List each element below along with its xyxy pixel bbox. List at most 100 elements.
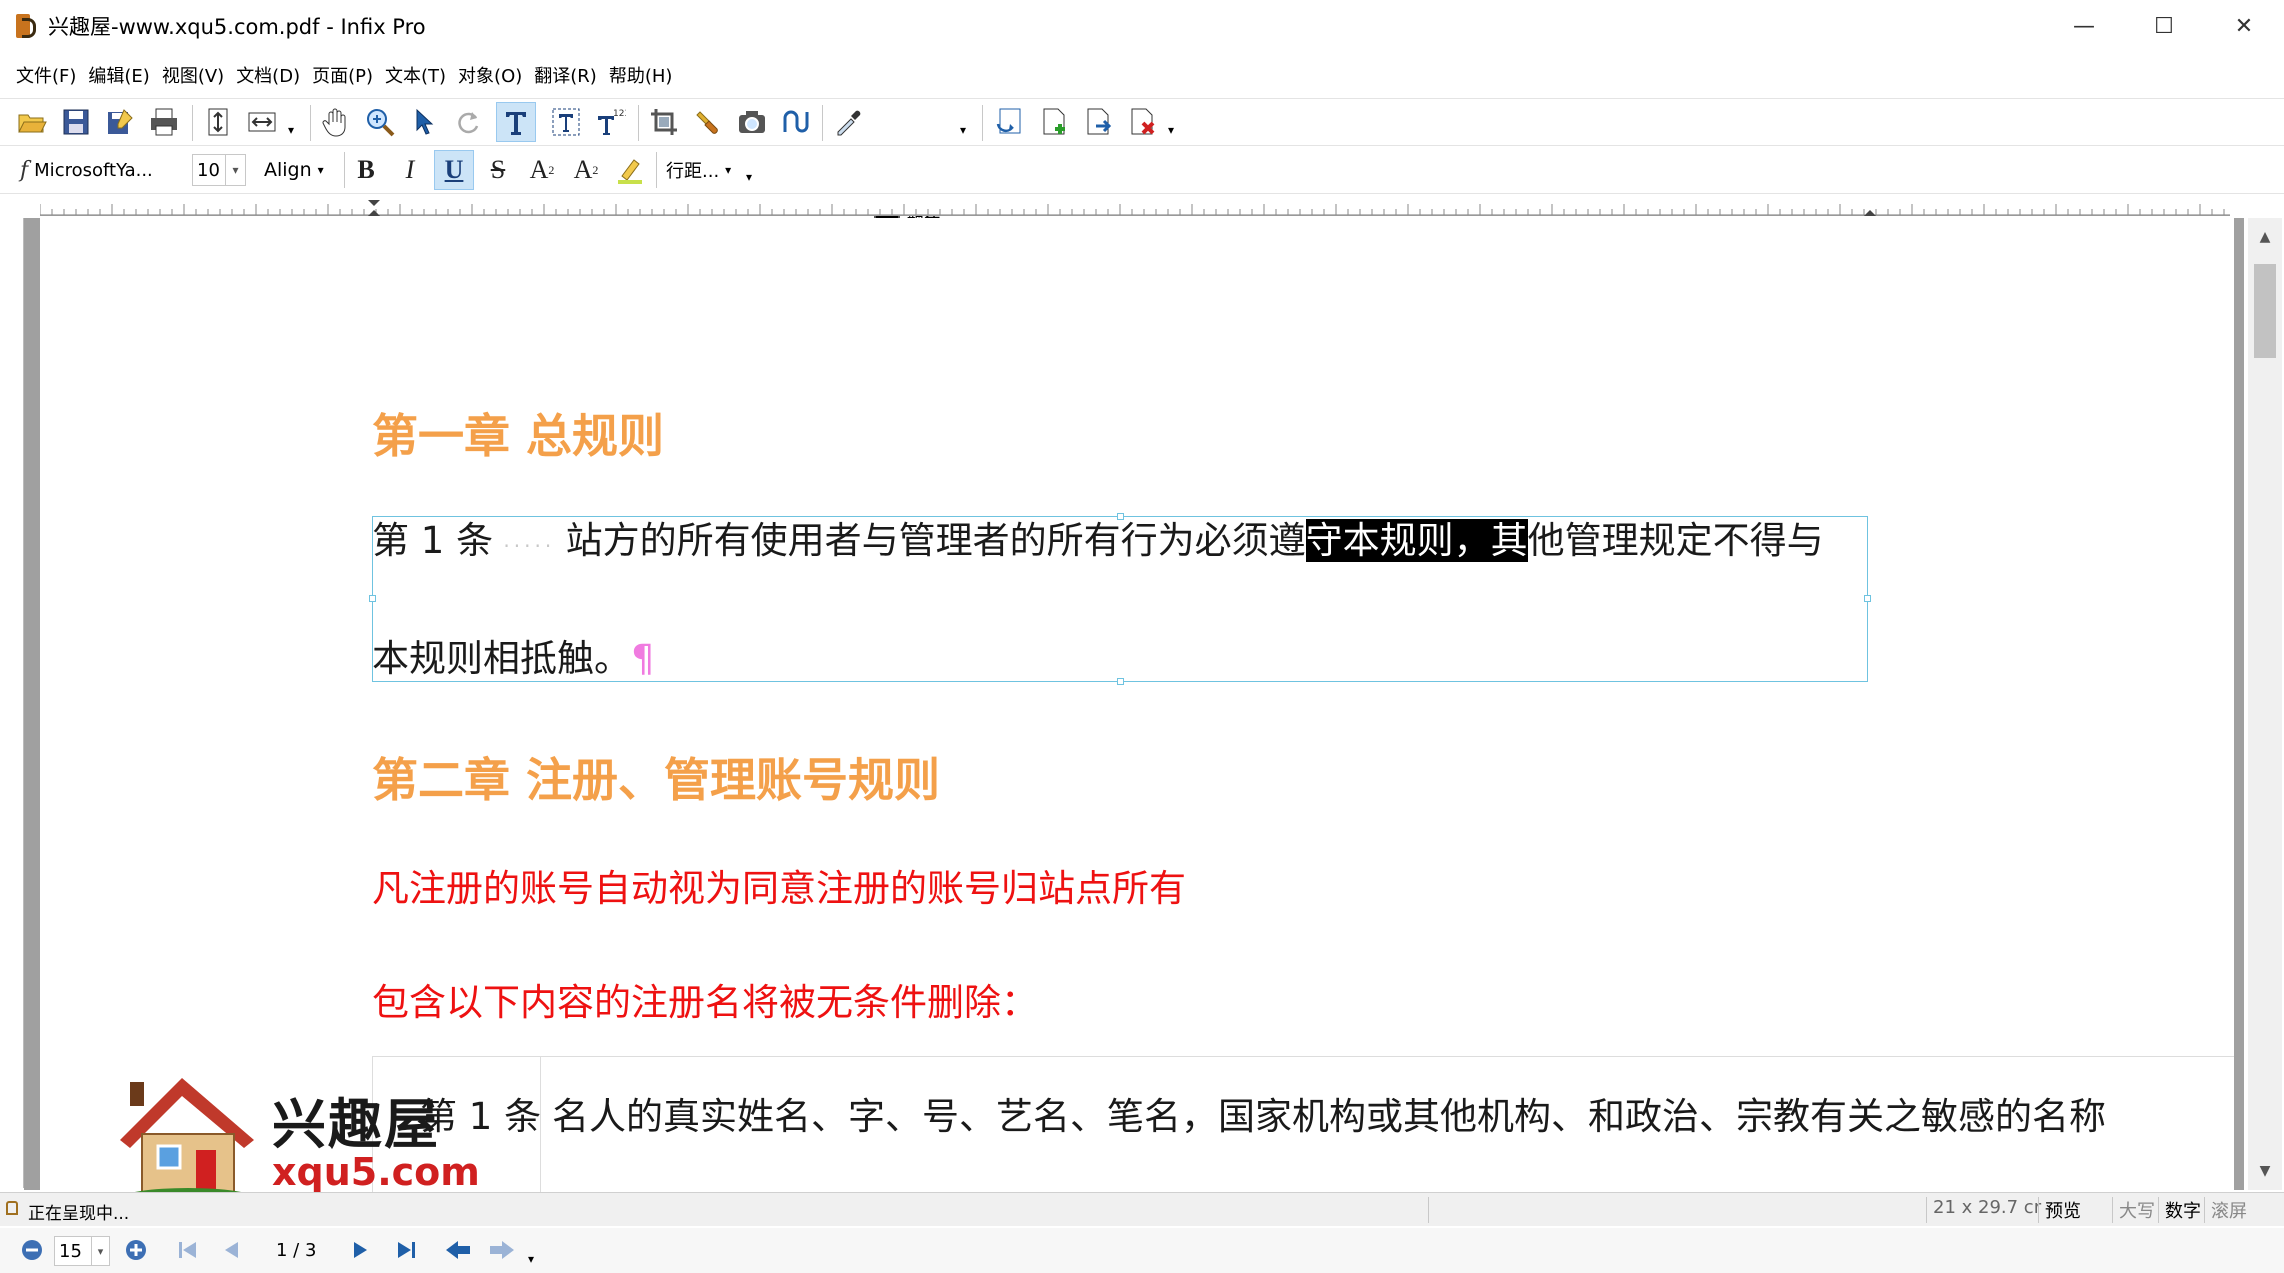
delete-page-icon[interactable] xyxy=(1122,102,1162,142)
align-label: Align xyxy=(264,159,312,181)
save-icon[interactable] xyxy=(56,102,96,142)
subscript-label: A xyxy=(573,155,593,184)
fit-width-icon[interactable] xyxy=(242,102,282,142)
first-page-icon[interactable] xyxy=(172,1234,204,1266)
save-as-icon[interactable] xyxy=(100,102,140,142)
frame-handle-bottom[interactable] xyxy=(1117,678,1124,685)
fit-height-icon[interactable] xyxy=(198,102,238,142)
window-title: 兴趣屋-www.xqu5.com.pdf - Infix Pro xyxy=(48,15,426,39)
frame-handle-left[interactable] xyxy=(369,595,376,602)
highlighter-icon[interactable] xyxy=(610,150,650,190)
scroll-down-icon[interactable]: ▼ xyxy=(2248,1156,2282,1186)
infix-app-icon xyxy=(16,12,38,40)
title-bar: 兴趣屋-www.xqu5.com.pdf - Infix Pro — ☐ ✕ xyxy=(0,0,2284,52)
link-icon[interactable] xyxy=(688,102,728,142)
frame-handle-right[interactable] xyxy=(1864,595,1871,602)
scrollbar-thumb[interactable] xyxy=(2254,264,2276,358)
lock-icon xyxy=(6,1201,18,1215)
align-dropdown[interactable]: Align ▾ xyxy=(264,154,324,186)
format-toolbar xyxy=(0,146,2284,194)
page-indicator[interactable]: 1 / 3 xyxy=(276,1240,316,1261)
table-column-divider xyxy=(540,1056,541,1196)
extract-page-icon[interactable] xyxy=(1078,102,1118,142)
menu-translate[interactable]: 翻译(R) xyxy=(528,58,603,92)
vertical-scrollbar[interactable]: ▲ ▼ xyxy=(2248,218,2282,1190)
svg-text:123: 123 xyxy=(613,109,626,119)
text-tool-icon[interactable] xyxy=(496,102,536,142)
replace-page-icon[interactable] xyxy=(990,102,1030,142)
zoom-in-icon[interactable] xyxy=(120,1234,152,1266)
superscript-button[interactable]: A2 xyxy=(522,150,562,190)
next-page-icon[interactable] xyxy=(344,1234,376,1266)
menu-help[interactable]: 帮助(H) xyxy=(603,58,679,92)
status-page-size: 21 x 29.7 cr xyxy=(1926,1197,2041,1223)
frame-handle-top[interactable] xyxy=(1117,513,1124,520)
status-num: 数字 xyxy=(2158,1197,2201,1223)
subscript-button[interactable]: A2 xyxy=(566,150,606,190)
path-tool-icon[interactable] xyxy=(776,102,816,142)
red-paragraph-2[interactable]: 包含以下内容的注册名将被无条件删除： xyxy=(372,972,1038,1026)
menu-edit[interactable]: 编辑(E) xyxy=(82,58,155,92)
maximize-button[interactable]: ☐ xyxy=(2124,0,2204,52)
menu-object[interactable]: 对象(O) xyxy=(452,58,528,92)
insert-page-icon[interactable] xyxy=(1034,102,1074,142)
font-icon: f xyxy=(20,157,29,183)
watermark-text-cn: 兴趣屋 xyxy=(272,1093,440,1156)
zoom-tool-icon[interactable] xyxy=(360,102,400,142)
chevron-down-icon: ▾ xyxy=(725,163,732,177)
strikethrough-button[interactable]: S xyxy=(478,150,518,190)
vertical-ruler xyxy=(14,218,24,1188)
snapshot-camera-icon[interactable] xyxy=(732,102,772,142)
chevron-down-icon[interactable]: ▾ xyxy=(225,155,245,185)
close-button[interactable]: ✕ xyxy=(2204,0,2284,52)
eyedropper-icon[interactable] xyxy=(828,102,868,142)
last-page-icon[interactable] xyxy=(390,1234,422,1266)
horizontal-ruler xyxy=(39,196,2230,216)
history-dropdown-icon[interactable]: ▾ xyxy=(528,1252,534,1266)
font-name-value: MicrosoftYa... xyxy=(34,159,153,181)
status-preview: 预览 xyxy=(2038,1197,2081,1223)
select-arrow-icon[interactable] xyxy=(404,102,444,142)
rotate-icon[interactable] xyxy=(448,102,488,142)
menu-document[interactable]: 文档(D) xyxy=(230,58,306,92)
page-ops-dropdown-icon[interactable]: ▾ xyxy=(1168,123,1174,137)
line-spacing-dropdown[interactable]: 行距... ▾ xyxy=(666,154,731,186)
italic-button[interactable]: I xyxy=(390,150,430,190)
menu-view[interactable]: 视图(V) xyxy=(156,58,230,92)
back-history-icon[interactable] xyxy=(442,1234,474,1266)
status-scroll: 滚屏 xyxy=(2204,1197,2247,1223)
chevron-down-icon[interactable]: ▾ xyxy=(91,1237,109,1265)
font-size-value: 10 xyxy=(197,159,220,181)
fit-dropdown-icon[interactable]: ▾ xyxy=(288,123,294,137)
font-name-field[interactable]: f MicrosoftYa... xyxy=(20,154,153,186)
pdf-page[interactable]: 第一章 总规则 第 1 条 ····· 站方的所有使用者与管理者的所有行为必须遵… xyxy=(40,218,2234,1190)
status-empty-panel xyxy=(1428,1197,1458,1223)
watermark-url: xqu5.com xyxy=(272,1150,480,1194)
menu-file[interactable]: 文件(F) xyxy=(10,58,82,92)
bold-button[interactable]: B xyxy=(346,150,386,190)
red-paragraph-1[interactable]: 凡注册的账号自动视为同意注册的账号归站点所有 xyxy=(372,858,1186,912)
zoom-level-select[interactable]: 15 ▾ xyxy=(54,1236,110,1266)
text-numbering-icon[interactable]: 123 xyxy=(590,102,630,142)
previous-page-icon[interactable] xyxy=(216,1234,248,1266)
zoom-level-value: 15 xyxy=(59,1240,82,1262)
crop-icon[interactable] xyxy=(644,102,684,142)
more-format-dropdown-icon[interactable]: ▾ xyxy=(746,170,752,184)
hand-tool-icon[interactable] xyxy=(316,102,356,142)
open-icon[interactable] xyxy=(12,102,52,142)
text-frame-icon[interactable] xyxy=(546,102,586,142)
color-dropdown-icon[interactable]: ▾ xyxy=(960,123,966,137)
zoom-out-icon[interactable] xyxy=(16,1234,48,1266)
minimize-button[interactable]: — xyxy=(2044,0,2124,52)
menu-page[interactable]: 页面(P) xyxy=(306,58,379,92)
main-toolbar: ▾ 123 颜色 ▾ ▾ xyxy=(0,98,2284,232)
scroll-up-icon[interactable]: ▲ xyxy=(2248,222,2282,252)
menu-text[interactable]: 文本(T) xyxy=(379,58,452,92)
chapter-1-heading: 第一章 总规则 xyxy=(372,409,665,463)
forward-history-icon[interactable] xyxy=(486,1234,518,1266)
underline-button[interactable]: U xyxy=(434,150,474,190)
text-frame-selection[interactable] xyxy=(369,513,1871,685)
status-caps: 大写 xyxy=(2112,1197,2155,1223)
font-size-select[interactable]: 10 ▾ xyxy=(192,154,246,186)
print-icon[interactable] xyxy=(144,102,184,142)
